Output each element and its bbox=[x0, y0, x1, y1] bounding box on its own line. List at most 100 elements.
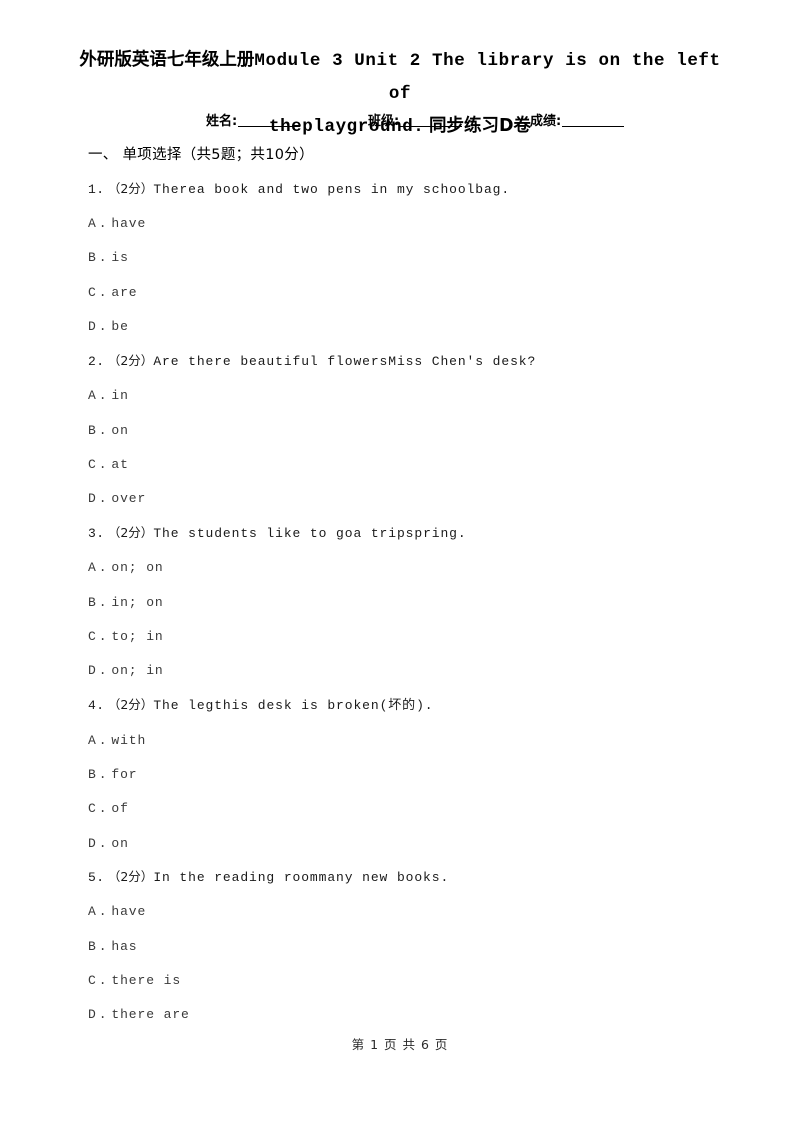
option-separator: . bbox=[98, 595, 108, 610]
question-5-option-d[interactable]: D. there are bbox=[88, 1007, 190, 1022]
question-4-number: 4. bbox=[88, 698, 105, 713]
question-5-number: 5. bbox=[88, 870, 105, 885]
question-1-stem: 1. （2分）Therea book and two pens in my sc… bbox=[88, 180, 748, 199]
question-3-option-c[interactable]: C. to; in bbox=[88, 629, 164, 644]
question-2-option-b[interactable]: B. on bbox=[88, 423, 129, 438]
option-separator: . bbox=[98, 560, 108, 575]
question-3-text-part2: a trip bbox=[353, 526, 406, 541]
class-field[interactable]: 班级: bbox=[368, 110, 463, 129]
question-2-score: （2分） bbox=[107, 353, 154, 368]
option-text: there are bbox=[111, 1007, 190, 1022]
name-field[interactable]: 姓名: bbox=[206, 110, 301, 129]
question-2-option-c[interactable]: C. at bbox=[88, 457, 129, 472]
option-separator: . bbox=[98, 939, 108, 954]
question-5-option-c[interactable]: C. there is bbox=[88, 973, 181, 988]
question-4-option-c[interactable]: C. of bbox=[88, 801, 129, 816]
score-field[interactable]: 成绩: bbox=[530, 110, 625, 129]
option-text: have bbox=[111, 216, 147, 231]
question-2-option-d[interactable]: D. over bbox=[88, 491, 146, 506]
question-4-option-a[interactable]: A. with bbox=[88, 733, 146, 748]
option-key: D bbox=[88, 836, 97, 851]
option-separator: . bbox=[98, 663, 108, 678]
option-key: B bbox=[88, 595, 97, 610]
option-key: D bbox=[88, 1007, 97, 1022]
question-3-score: （2分） bbox=[107, 525, 154, 540]
question-4-stem: 4. （2分）The legthis desk is broken(坏的). bbox=[88, 696, 748, 715]
option-separator: . bbox=[98, 423, 108, 438]
option-key: A bbox=[88, 560, 97, 575]
option-separator: . bbox=[98, 973, 108, 988]
question-3-text-part3: spring. bbox=[405, 526, 467, 541]
option-separator: . bbox=[98, 801, 108, 816]
question-1-option-d[interactable]: D. be bbox=[88, 319, 129, 334]
title-latin-line1: Module 3 Unit 2 The library is on the le… bbox=[254, 51, 721, 104]
question-2-option-a[interactable]: A. in bbox=[88, 388, 129, 403]
option-key: D bbox=[88, 491, 97, 506]
question-2: 2. （2分）Are there beautiful flowersMiss C… bbox=[88, 352, 748, 371]
question-3-option-d[interactable]: D. on; in bbox=[88, 663, 164, 678]
option-separator: . bbox=[98, 457, 108, 472]
name-label: 姓名: bbox=[206, 114, 238, 129]
option-key: A bbox=[88, 904, 97, 919]
question-5-stem: 5. （2分）In the reading roommany new books… bbox=[88, 868, 748, 887]
question-2-text-after: Miss Chen's desk? bbox=[388, 354, 537, 369]
question-1-score: （2分） bbox=[107, 181, 154, 196]
option-key: B bbox=[88, 939, 97, 954]
page-footer: 第 1 页 共 6 页 bbox=[351, 1037, 449, 1052]
question-2-stem: 2. （2分）Are there beautiful flowersMiss C… bbox=[88, 352, 748, 371]
option-key: C bbox=[88, 457, 97, 472]
option-separator: . bbox=[98, 216, 108, 231]
class-label: 班级: bbox=[368, 114, 400, 129]
option-separator: . bbox=[98, 319, 108, 334]
option-separator: . bbox=[98, 285, 108, 300]
question-1-option-b[interactable]: B. is bbox=[88, 250, 129, 265]
question-3-stem: 3. （2分）The students like to goa tripspri… bbox=[88, 524, 748, 543]
option-text: at bbox=[111, 457, 129, 472]
option-separator: . bbox=[98, 1007, 108, 1022]
option-key: C bbox=[88, 629, 97, 644]
option-text: are bbox=[111, 285, 138, 300]
option-key: B bbox=[88, 767, 97, 782]
question-1-option-a[interactable]: A. have bbox=[88, 216, 146, 231]
option-separator: . bbox=[98, 250, 108, 265]
question-1-option-c[interactable]: C. are bbox=[88, 285, 138, 300]
question-5-text-before: In the reading room bbox=[153, 870, 319, 885]
option-text: on bbox=[111, 836, 129, 851]
question-5-option-b[interactable]: B. has bbox=[88, 939, 138, 954]
option-text: for bbox=[111, 767, 138, 782]
question-3: 3. （2分）The students like to goa tripspri… bbox=[88, 524, 748, 543]
question-4-text-before: The leg bbox=[153, 698, 215, 713]
question-4-option-b[interactable]: B. for bbox=[88, 767, 138, 782]
option-text: on; in bbox=[111, 663, 164, 678]
score-blank-rule[interactable] bbox=[562, 126, 625, 127]
option-key: A bbox=[88, 388, 97, 403]
option-separator: . bbox=[98, 388, 108, 403]
question-3-number: 3. bbox=[88, 526, 105, 541]
option-separator: . bbox=[98, 733, 108, 748]
option-key: C bbox=[88, 973, 97, 988]
question-3-option-a[interactable]: A. on; on bbox=[88, 560, 164, 575]
option-text: in; on bbox=[111, 595, 164, 610]
question-5-score: （2分） bbox=[107, 869, 154, 884]
question-4-text-after: this desk is broken bbox=[214, 698, 380, 713]
question-1-number: 1. bbox=[88, 182, 105, 197]
score-label: 成绩: bbox=[530, 114, 562, 129]
question-5-option-a[interactable]: A. have bbox=[88, 904, 146, 919]
document-page: 外研版英语七年级上册Module 3 Unit 2 The library is… bbox=[0, 0, 800, 1132]
option-text: to; in bbox=[111, 629, 164, 644]
question-4-text-zh: (坏的). bbox=[379, 698, 434, 713]
question-5-text-after: many new books. bbox=[318, 870, 450, 885]
option-key: B bbox=[88, 250, 97, 265]
question-4-score: （2分） bbox=[107, 697, 154, 712]
name-blank-rule[interactable] bbox=[238, 126, 301, 127]
question-3-text-part1: The students like to go bbox=[153, 526, 354, 541]
question-1-text-before: There bbox=[153, 182, 197, 197]
class-blank-rule[interactable] bbox=[400, 126, 463, 127]
title-cjk-prefix: 外研版英语七年级上册 bbox=[79, 50, 255, 70]
option-text: have bbox=[111, 904, 147, 919]
question-1: 1. （2分）Therea book and two pens in my sc… bbox=[88, 180, 748, 199]
question-3-option-b[interactable]: B. in; on bbox=[88, 595, 164, 610]
question-2-number: 2. bbox=[88, 354, 105, 369]
option-key: D bbox=[88, 319, 97, 334]
question-4-option-d[interactable]: D. on bbox=[88, 836, 129, 851]
